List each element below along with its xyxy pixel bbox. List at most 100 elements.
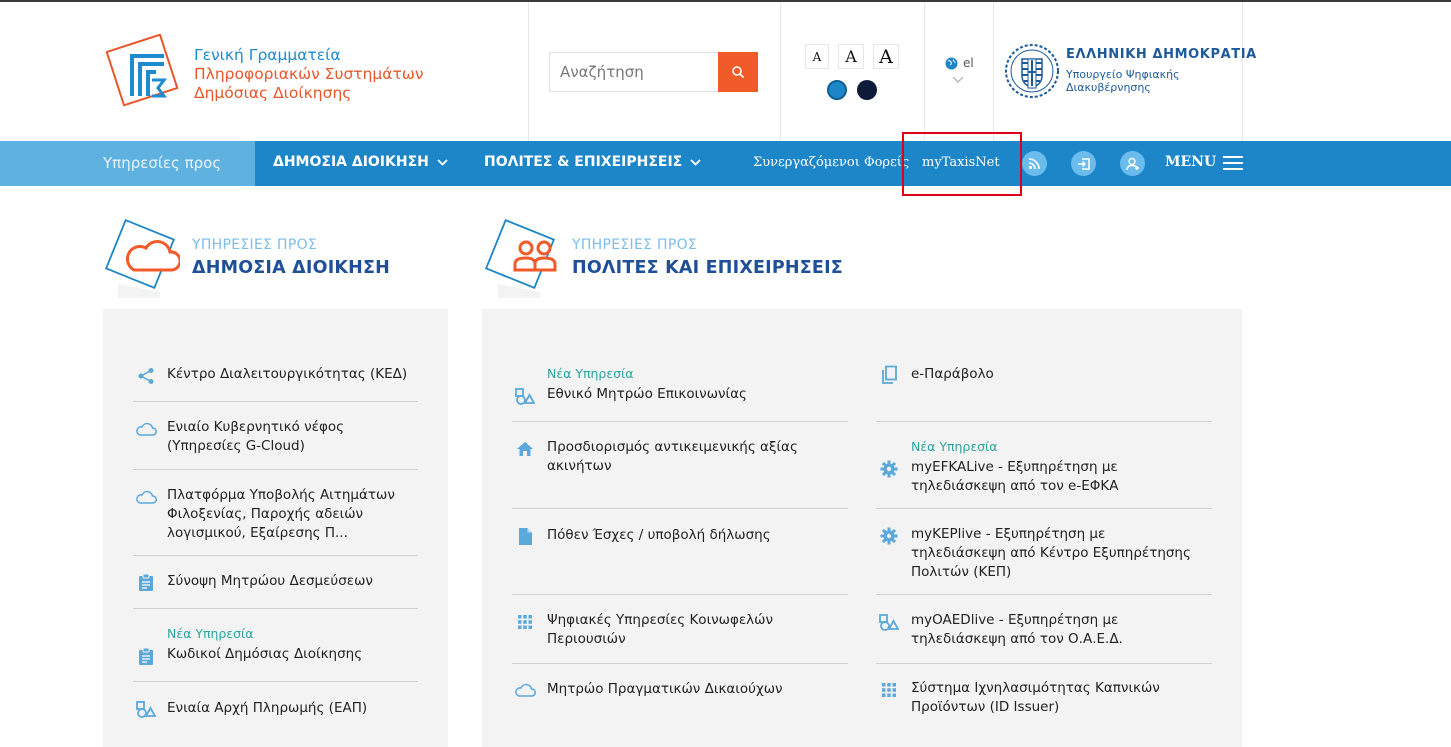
hellenic-republic-emblem[interactable] [1004,42,1060,100]
list-item-line: Ενιαίο Κυβερνητικό νέφος [167,419,345,435]
login-button[interactable] [1071,151,1096,176]
list-item-pothen-esxes[interactable]: Πόθεν Έσχες / υποβολή δήλωσης [514,525,844,547]
gear-icon [878,525,900,547]
separator [512,594,848,595]
font-size-small-button[interactable]: A [805,44,829,69]
login-icon [1077,157,1090,170]
list-item-label: myOAEDlive - Εξυπηρέτηση με τηλεδιάσκεψη… [911,611,1123,649]
language-selector[interactable]: el [945,56,974,70]
list-item-public-benefit[interactable]: Ψηφιακές Υπηρεσίες Κοινωφελών Περιουσιών [514,611,844,651]
separator [512,508,848,509]
logo-line-2: Πληροφοριακών Συστημάτων [194,65,424,83]
list-item-label: myEFKALive - Εξυπηρέτηση με τηλεδιάσκεψη… [911,458,1118,496]
list-item-label: Πλατφόρμα Υποβολής Αιτημάτων Φιλοξενίας,… [167,486,395,543]
list-item-label: Κωδικοί Δημόσιας Διοίκησης [167,646,363,662]
list-item-line: τηλεδιάσκεψη από τον e-ΕΦΚΑ [911,478,1119,494]
list-item-label: Μητρώο Πραγματικών Δικαιούχων [547,681,783,697]
separator [876,508,1212,509]
list-item-line: Προσδιορισμός αντικειμενικής αξίας [547,439,798,455]
separator [512,663,848,664]
globe-icon [945,57,958,69]
shapes-icon [135,698,157,720]
list-item-label: myKEPlive - Εξυπηρέτηση με τηλεδιάσκεψη … [911,525,1191,582]
menu-button[interactable]: MENU [1165,154,1216,170]
main-nav: Υπηρεσίες προς ΔΗΜΟΣΙΑ ΔΙΟΙΚΗΣΗ ΠΟΛΙΤΕΣ … [0,141,1451,186]
rss-button[interactable] [1022,151,1047,176]
gsis-logo[interactable] [106,34,182,112]
list-item-line: Προϊόντων (ID Issuer) [911,699,1060,715]
nav-link-partners[interactable]: Συνεργαζόμενοι Φορείς [753,155,909,170]
font-size-medium-button[interactable]: A [838,44,864,69]
list-item-gcloud[interactable]: Ενιαίο Κυβερνητικό νέφος (Υπηρεσίες G-Cl… [135,418,420,458]
nav-prefix-arrow [232,141,254,185]
search-input[interactable] [549,52,719,92]
list-item-hosting-platform[interactable]: Πλατφόρμα Υποβολής Αιτημάτων Φιλοξενίας,… [135,486,420,546]
ministry-name: Υπουργείο Ψηφιακής Διακυβέρνησης [1066,68,1180,94]
list-item-line: myKEPlive - Εξυπηρέτηση με [911,526,1106,542]
list-item-label: Σύστημα Ιχνηλασιμότητας Καπνικών Προϊόντ… [911,679,1160,717]
search-button[interactable] [718,52,758,92]
list-item-label: e-Παράβολο [911,366,994,382]
section-title-public-admin: ΔΗΜΟΣΙΑ ΔΙΟΙΚΗΣΗ [192,258,391,278]
cloud-icon [135,418,157,440]
shapes-icon [514,385,536,407]
list-item-commitments[interactable]: Σύνοψη Μητρώου Δεσμεύσεων [135,571,420,593]
list-item-label: Εθνικό Μητρώο Επικοινωνίας [547,386,747,402]
nav-item-label: ΔΗΜΟΣΙΑ ΔΙΟΙΚΗΣΗ [273,154,429,170]
separator [133,608,418,609]
gear-icon [878,458,900,480]
new-service-badge: Νέα Υπηρεσία [167,626,254,641]
list-item-line: τηλεδιάσκεψη από τον Ο.Α.Ε.Δ. [911,631,1123,647]
list-item-myefkalive[interactable]: Νέα Υπηρεσία myEFKALive - Εξυπηρέτηση με… [878,439,1213,497]
list-item-admin-codes[interactable]: Νέα Υπηρεσία Κωδικοί Δημόσιας Διοίκησης [135,626,420,666]
list-item-mykeplive[interactable]: myKEPlive - Εξυπηρέτηση με τηλεδιάσκεψη … [878,525,1213,585]
logo-text[interactable]: Γενική Γραμματεία Πληροφοριακών Συστημάτ… [194,46,423,103]
list-item-e-paravolo[interactable]: e-Παράβολο [878,364,1213,386]
list-item-label: Κέντρο Διαλειτουργικότητας (ΚΕΔ) [167,366,408,382]
font-size-large-button[interactable]: A [873,44,899,69]
list-item-eap[interactable]: Ενιαία Αρχή Πληρωμής (ΕΑΠ) [135,698,420,720]
list-item-myoaedlive[interactable]: myOAEDlive - Εξυπηρέτηση με τηλεδιάσκεψη… [878,611,1213,651]
new-service-badge: Νέα Υπηρεσία [547,366,634,381]
list-item-property-value[interactable]: Προσδιορισμός αντικειμενικής αξίας ακινή… [514,438,844,478]
nav-item-public-admin[interactable]: ΔΗΜΟΣΙΑ ΔΙΟΙΚΗΣΗ [273,154,448,170]
nav-item-citizens-business[interactable]: ΠΟΛΙΤΕΣ & ΕΠΙΧΕΙΡΗΣΕΙΣ [484,154,701,170]
register-button[interactable] [1120,151,1145,176]
language-code: el [963,56,974,70]
highlight-annotation [902,132,1022,196]
list-item-communication-registry[interactable]: Νέα Υπηρεσία Εθνικό Μητρώο Επικοινωνίας [514,366,844,406]
list-item-label: Ψηφιακές Υπηρεσίες Κοινωφελών Περιουσιών [547,611,773,649]
contrast-normal-button[interactable] [827,80,847,100]
cloud-section-icon [104,218,180,298]
list-item-beneficial-owners[interactable]: Μητρώο Πραγματικών Δικαιούχων [514,679,844,701]
chevron-down-icon[interactable] [952,76,964,84]
list-item-line: (Υπηρεσίες G-Cloud) [167,438,305,454]
people-section-icon [484,218,557,298]
nav-prefix: Υπηρεσίες προς [103,154,222,172]
divider [1242,2,1243,141]
shapes-icon [878,611,900,633]
divider [528,2,529,141]
list-item-line: Ψηφιακές Υπηρεσίες Κοινωφελών [547,612,774,628]
cloud-icon [135,486,157,508]
hamburger-icon[interactable] [1223,156,1243,171]
contrast-dark-button[interactable] [857,80,877,100]
separator [876,663,1212,664]
rss-icon [1028,158,1040,170]
list-item-line: Πλατφόρμα Υποβολής Αιτημάτων [167,487,395,503]
list-item-line: Πολιτών (ΚΕΠ) [911,564,1012,580]
list-item-line: Σύστημα Ιχνηλασιμότητας Καπνικών [911,680,1160,696]
list-item-ked[interactable]: Κέντρο Διαλειτουργικότητας (ΚΕΔ) [135,364,420,386]
list-item-line: Φιλοξενίας, Παροχής αδειών [167,506,364,522]
divider [924,2,925,141]
chevron-down-icon [690,158,701,166]
public-admin-panel: Κέντρο Διαλειτουργικότητας (ΚΕΔ) Ενιαίο … [103,309,448,747]
divider [780,2,781,141]
grid-icon [878,679,900,701]
share-icon [135,365,157,387]
list-item-line: ακινήτων [547,458,612,474]
list-item-id-issuer[interactable]: Σύστημα Ιχνηλασιμότητας Καπνικών Προϊόντ… [878,679,1213,719]
separator [512,421,848,422]
section-title-citizens: ΠΟΛΙΤΕΣ ΚΑΙ ΕΠΙΧΕΙΡΗΣΕΙΣ [572,258,843,278]
separator [133,469,418,470]
